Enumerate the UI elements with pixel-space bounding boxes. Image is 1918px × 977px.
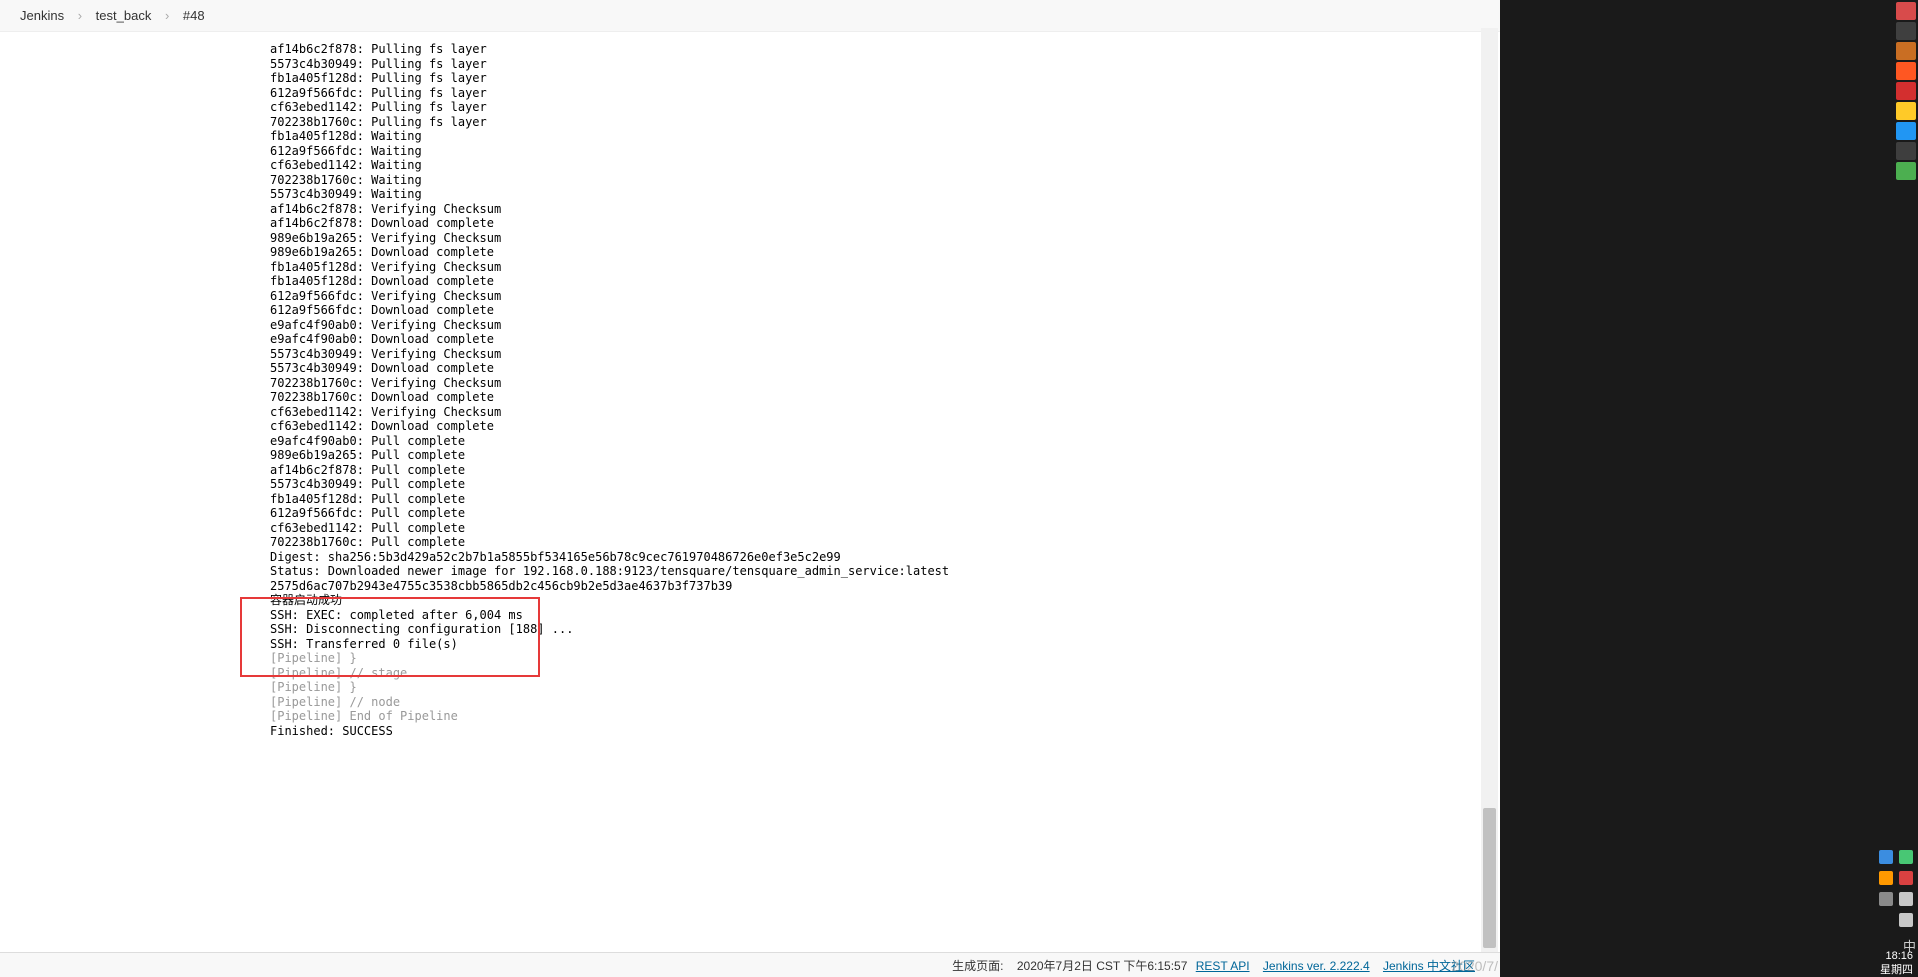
console-line: fb1a405f128d: Pulling fs layer <box>270 71 1500 86</box>
console-line: 989e6b19a265: Download complete <box>270 245 1500 260</box>
tray-icon[interactable] <box>1879 871 1893 885</box>
tray-icon[interactable] <box>1899 850 1913 864</box>
console-line: 989e6b19a265: Pull complete <box>270 448 1500 463</box>
console-line: Digest: sha256:5b3d429a52c2b7b1a5855bf53… <box>270 550 1500 565</box>
tray-icon[interactable] <box>1879 850 1893 864</box>
console-line: af14b6c2f878: Pulling fs layer <box>270 42 1500 57</box>
console-line: cf63ebed1142: Pull complete <box>270 521 1500 536</box>
console-line: [Pipeline] } <box>270 651 1500 666</box>
system-tray: 中 <box>1868 846 1918 957</box>
console-line: SSH: EXEC: completed after 6,004 ms <box>270 608 1500 623</box>
console-line: af14b6c2f878: Pull complete <box>270 463 1500 478</box>
app-icon[interactable] <box>1896 62 1916 80</box>
app-icon[interactable] <box>1896 122 1916 140</box>
console-line: 702238b1760c: Pull complete <box>270 535 1500 550</box>
app-icon[interactable] <box>1896 142 1916 160</box>
console-line: [Pipeline] // node <box>270 695 1500 710</box>
app-icon[interactable] <box>1896 82 1916 100</box>
clock-time: 18:16 <box>1880 949 1913 963</box>
console-line: 容器启动成功 <box>270 593 1500 608</box>
console-line: fb1a405f128d: Download complete <box>270 274 1500 289</box>
console-line: 612a9f566fdc: Verifying Checksum <box>270 289 1500 304</box>
console-line: e9afc4f90ab0: Pull complete <box>270 434 1500 449</box>
console-line: cf63ebed1142: Verifying Checksum <box>270 405 1500 420</box>
breadcrumb-jenkins[interactable]: Jenkins <box>20 8 64 23</box>
console-line: fb1a405f128d: Verifying Checksum <box>270 260 1500 275</box>
console-line: 989e6b19a265: Verifying Checksum <box>270 231 1500 246</box>
watermark-text: 2020/7/ <box>1451 958 1498 974</box>
tray-icon[interactable] <box>1899 913 1913 927</box>
clock-day: 星期四 <box>1880 963 1913 977</box>
console-line: 612a9f566fdc: Waiting <box>270 144 1500 159</box>
app-icon[interactable] <box>1896 2 1916 20</box>
app-icon[interactable] <box>1896 162 1916 180</box>
jenkins-version-link[interactable]: Jenkins ver. 2.222.4 <box>1263 959 1370 973</box>
console-line: e9afc4f90ab0: Download complete <box>270 332 1500 347</box>
breadcrumb-sep-icon: › <box>165 8 169 23</box>
tray-icon[interactable] <box>1899 892 1913 906</box>
console-line: 5573c4b30949: Download complete <box>270 361 1500 376</box>
console-line: 702238b1760c: Verifying Checksum <box>270 376 1500 391</box>
console-line: 5573c4b30949: Pull complete <box>270 477 1500 492</box>
app-icon[interactable] <box>1896 102 1916 120</box>
console-line: cf63ebed1142: Waiting <box>270 158 1500 173</box>
console-output: af14b6c2f878: Pulling fs layer5573c4b309… <box>270 42 1500 738</box>
taskbar-app-icons <box>1894 0 1918 182</box>
console-line: [Pipeline] } <box>270 680 1500 695</box>
footer: 生成页面: 2020年7月2日 CST 下午6:15:57 REST API J… <box>0 952 1500 977</box>
console-line: 702238b1760c: Waiting <box>270 173 1500 188</box>
gen-label: 生成页面: <box>952 959 1003 973</box>
breadcrumb-build[interactable]: #48 <box>183 8 205 23</box>
console-line: e9afc4f90ab0: Verifying Checksum <box>270 318 1500 333</box>
console-line: 612a9f566fdc: Pulling fs layer <box>270 86 1500 101</box>
right-dark-panel: 中 18:16 星期四 <box>1500 0 1918 977</box>
console-line: cf63ebed1142: Pulling fs layer <box>270 100 1500 115</box>
console-line: 2575d6ac707b2943e4755c3538cbb5865db2c456… <box>270 579 1500 594</box>
console-line: 612a9f566fdc: Download complete <box>270 303 1500 318</box>
breadcrumb-sep-icon: › <box>78 8 82 23</box>
console-line: cf63ebed1142: Download complete <box>270 419 1500 434</box>
console-line: af14b6c2f878: Download complete <box>270 216 1500 231</box>
console-line: af14b6c2f878: Verifying Checksum <box>270 202 1500 217</box>
console-line: fb1a405f128d: Waiting <box>270 129 1500 144</box>
console-line: 5573c4b30949: Verifying Checksum <box>270 347 1500 362</box>
console-line: Status: Downloaded newer image for 192.1… <box>270 564 1500 579</box>
breadcrumb-job[interactable]: test_back <box>96 8 152 23</box>
clock[interactable]: 18:16 星期四 <box>1880 949 1913 977</box>
console-line: 612a9f566fdc: Pull complete <box>270 506 1500 521</box>
tray-icon[interactable] <box>1899 871 1913 885</box>
console-line: fb1a405f128d: Pull complete <box>270 492 1500 507</box>
console-line: SSH: Disconnecting configuration [188] .… <box>270 622 1500 637</box>
console-line: 5573c4b30949: Pulling fs layer <box>270 57 1500 72</box>
main-content: af14b6c2f878: Pulling fs layer5573c4b309… <box>0 32 1500 738</box>
rest-api-link[interactable]: REST API <box>1196 959 1250 973</box>
vertical-scrollbar[interactable] <box>1481 28 1498 958</box>
console-line: [Pipeline] // stage <box>270 666 1500 681</box>
tray-icon[interactable] <box>1879 892 1893 906</box>
app-icon[interactable] <box>1896 22 1916 40</box>
scrollbar-thumb[interactable] <box>1483 808 1496 948</box>
console-line: 702238b1760c: Pulling fs layer <box>270 115 1500 130</box>
gen-time: 2020年7月2日 CST 下午6:15:57 <box>1017 959 1188 973</box>
app-icon[interactable] <box>1896 42 1916 60</box>
console-line: 5573c4b30949: Waiting <box>270 187 1500 202</box>
console-line: SSH: Transferred 0 file(s) <box>270 637 1500 652</box>
console-line: 702238b1760c: Download complete <box>270 390 1500 405</box>
console-line: Finished: SUCCESS <box>270 724 1500 739</box>
console-line: [Pipeline] End of Pipeline <box>270 709 1500 724</box>
